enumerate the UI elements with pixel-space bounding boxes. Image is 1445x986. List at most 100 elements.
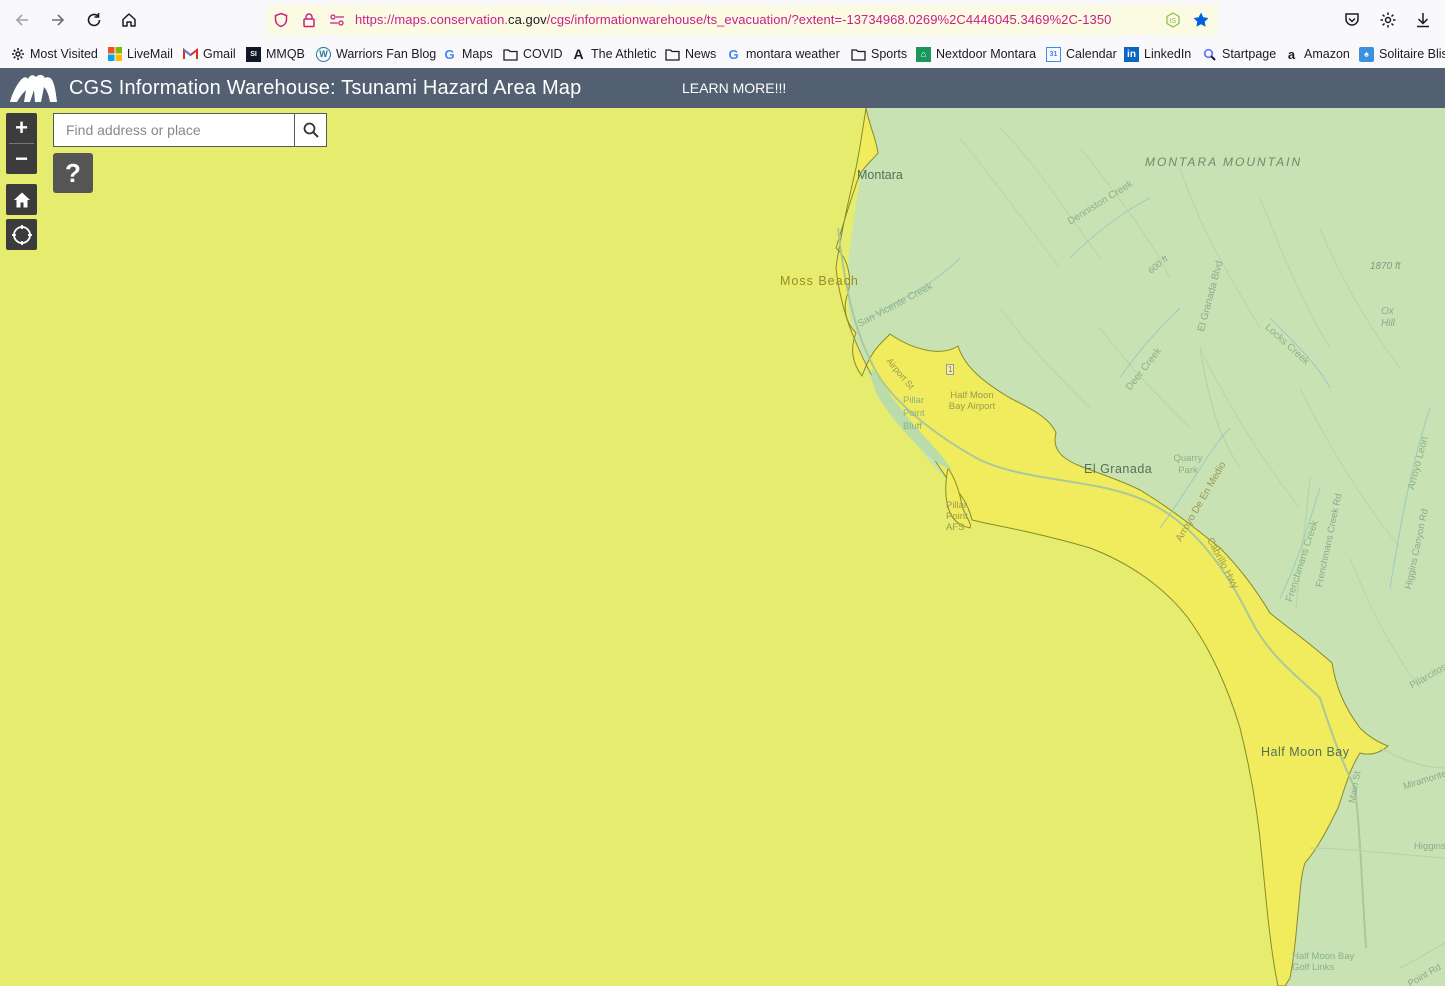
gear-icon <box>1380 12 1396 28</box>
zoom-control: + − <box>6 113 37 174</box>
url-domain: ca.gov <box>508 12 547 27</box>
label-half-moon-bay-golf: Half Moon Bay Golf Links <box>1292 951 1355 973</box>
lock-icon[interactable] <box>300 11 318 29</box>
calendar-icon: 31 <box>1046 46 1061 62</box>
wordpress-icon: W <box>316 46 331 62</box>
locate-crosshair-icon <box>11 224 32 245</box>
label-pillar-point-afs: Pillar Point AFS <box>946 500 968 533</box>
url-path: /cgs/informationwarehouse/ts_evacuation/… <box>546 12 1112 27</box>
bookmark-label: Warriors Fan Blog <box>336 47 437 61</box>
pocket-button[interactable] <box>1340 8 1364 32</box>
bookmark-label: News <box>685 47 717 61</box>
forward-arrow-icon <box>52 14 65 26</box>
bookmark-folder-news[interactable]: News <box>665 45 716 63</box>
startpage-icon <box>1202 47 1217 62</box>
app-header: CGS Information Warehouse: Tsunami Hazar… <box>0 68 1445 108</box>
bookmark-warriors-fan-blog[interactable]: W Warriors Fan Blog <box>316 45 436 63</box>
tracking-protection-icon[interactable] <box>272 11 290 29</box>
home-button[interactable] <box>115 6 143 34</box>
bookmark-label: Startpage <box>1222 47 1277 61</box>
browser-toolbar: https://maps.conservation.ca.gov/cgs/inf… <box>0 0 1445 40</box>
bookmark-montara-weather[interactable]: G montara weather <box>726 45 839 63</box>
reload-button[interactable] <box>80 6 108 34</box>
search-widget <box>53 113 327 147</box>
bookmark-most-visited[interactable]: Most Visited <box>10 45 98 63</box>
permissions-icon[interactable] <box>328 11 346 29</box>
amazon-icon: a <box>1287 46 1296 62</box>
downloads-button[interactable] <box>1411 8 1435 32</box>
bookmark-startpage[interactable]: Startpage <box>1202 45 1276 63</box>
bookmark-star-icon[interactable] <box>1192 11 1210 29</box>
bookmark-folder-sports[interactable]: Sports <box>851 45 907 63</box>
bookmark-gmail[interactable]: Gmail <box>183 45 236 63</box>
map-canvas[interactable] <box>0 108 1445 986</box>
folder-icon <box>503 47 518 62</box>
bookmark-label: Nextdoor Montara <box>936 47 1037 61</box>
bookmark-nextdoor-montara[interactable]: ⌂ Nextdoor Montara <box>916 45 1036 63</box>
forward-button[interactable] <box>44 6 72 34</box>
windows-logo-icon <box>107 47 122 62</box>
map-view[interactable]: MONTARA MOUNTAIN Montara Moss Beach Denn… <box>0 108 1445 986</box>
label-elev-1870: 1870 ft <box>1370 261 1401 272</box>
label-quarry-park: Quarry Park <box>1173 453 1203 476</box>
label-el-granada: El Granada <box>1084 462 1153 476</box>
bookmark-linkedin[interactable]: in LinkedIn <box>1124 45 1191 63</box>
help-button[interactable]: ? <box>53 153 93 193</box>
folder-icon <box>665 47 680 62</box>
bookmark-label: Calendar <box>1066 47 1117 61</box>
bookmark-label: Gmail <box>203 47 236 61</box>
home-icon <box>122 13 136 27</box>
bookmark-calendar[interactable]: 31 Calendar <box>1046 45 1117 63</box>
gmail-icon <box>183 47 198 62</box>
label-ox-hill: Ox Hill <box>1381 306 1395 329</box>
google-icon: G <box>728 46 739 62</box>
bookmarks-bar: Most Visited LiveMail Gmail SI MMQB W Wa… <box>0 40 1445 68</box>
label-montara: Montara <box>857 168 903 182</box>
app-title: CGS Information Warehouse: Tsunami Hazar… <box>69 77 582 99</box>
back-button[interactable] <box>8 6 36 34</box>
download-icon <box>1417 13 1429 28</box>
bookmark-label: Amazon <box>1304 47 1350 61</box>
bookmark-label: Most Visited <box>30 47 98 61</box>
locate-button[interactable] <box>6 219 37 250</box>
url-prefix: https://maps.conservation. <box>355 12 509 27</box>
bookmark-maps[interactable]: G Maps <box>442 45 493 63</box>
reload-icon <box>87 13 101 27</box>
bookmark-label: MMQB <box>266 47 305 61</box>
settings-button[interactable] <box>1376 8 1400 32</box>
gear-icon <box>10 47 25 62</box>
bookmark-folder-covid[interactable]: COVID <box>503 45 563 63</box>
bookmark-livemail[interactable]: LiveMail <box>107 45 173 63</box>
bookmark-label: Maps <box>462 47 493 61</box>
google-icon: G <box>444 46 455 62</box>
zoom-out-button[interactable]: − <box>6 144 37 174</box>
bookmark-solitaire-bliss[interactable]: ♠ Solitaire Bliss <box>1359 45 1445 63</box>
label-montara-mountain: MONTARA MOUNTAIN <box>1145 155 1303 169</box>
label-pillar-point-bluff: Pillar Point Bluff <box>903 395 925 432</box>
bookmark-the-athletic[interactable]: A The Athletic <box>571 45 656 63</box>
bookmark-label: Sports <box>871 47 908 61</box>
nextdoor-icon: ⌂ <box>916 46 931 62</box>
bookmark-amazon[interactable]: a Amazon <box>1284 45 1350 63</box>
learn-more-link[interactable]: LEARN MORE!!! <box>682 80 786 96</box>
bookmark-mmqb[interactable]: SI MMQB <box>246 45 305 63</box>
svg-text:IS: IS <box>1170 18 1177 25</box>
zoom-in-button[interactable]: + <box>6 113 37 143</box>
search-button[interactable] <box>294 114 326 146</box>
url-bar[interactable]: https://maps.conservation.ca.gov/cgs/inf… <box>266 5 1218 35</box>
bookmark-label: The Athletic <box>591 47 657 61</box>
extension-icon[interactable]: IS <box>1164 11 1182 29</box>
label-half-moon-bay: Half Moon Bay <box>1261 745 1350 759</box>
bookmark-label: COVID <box>523 47 563 61</box>
label-half-moon-bay-airport: Half Moon Bay Airport <box>948 390 996 412</box>
label-higgins: Higgins <box>1414 841 1445 852</box>
label-moss-beach: Moss Beach <box>780 274 859 288</box>
home-extent-button[interactable] <box>6 184 37 215</box>
athletic-icon: A <box>573 46 584 62</box>
mmqb-icon: SI <box>246 46 261 62</box>
bookmark-label: Solitaire Bliss <box>1379 47 1445 61</box>
pocket-icon <box>1345 13 1359 26</box>
url-text[interactable]: https://maps.conservation.ca.gov/cgs/inf… <box>355 12 1165 27</box>
search-input[interactable] <box>54 114 294 146</box>
bookmark-label: LiveMail <box>127 47 173 61</box>
